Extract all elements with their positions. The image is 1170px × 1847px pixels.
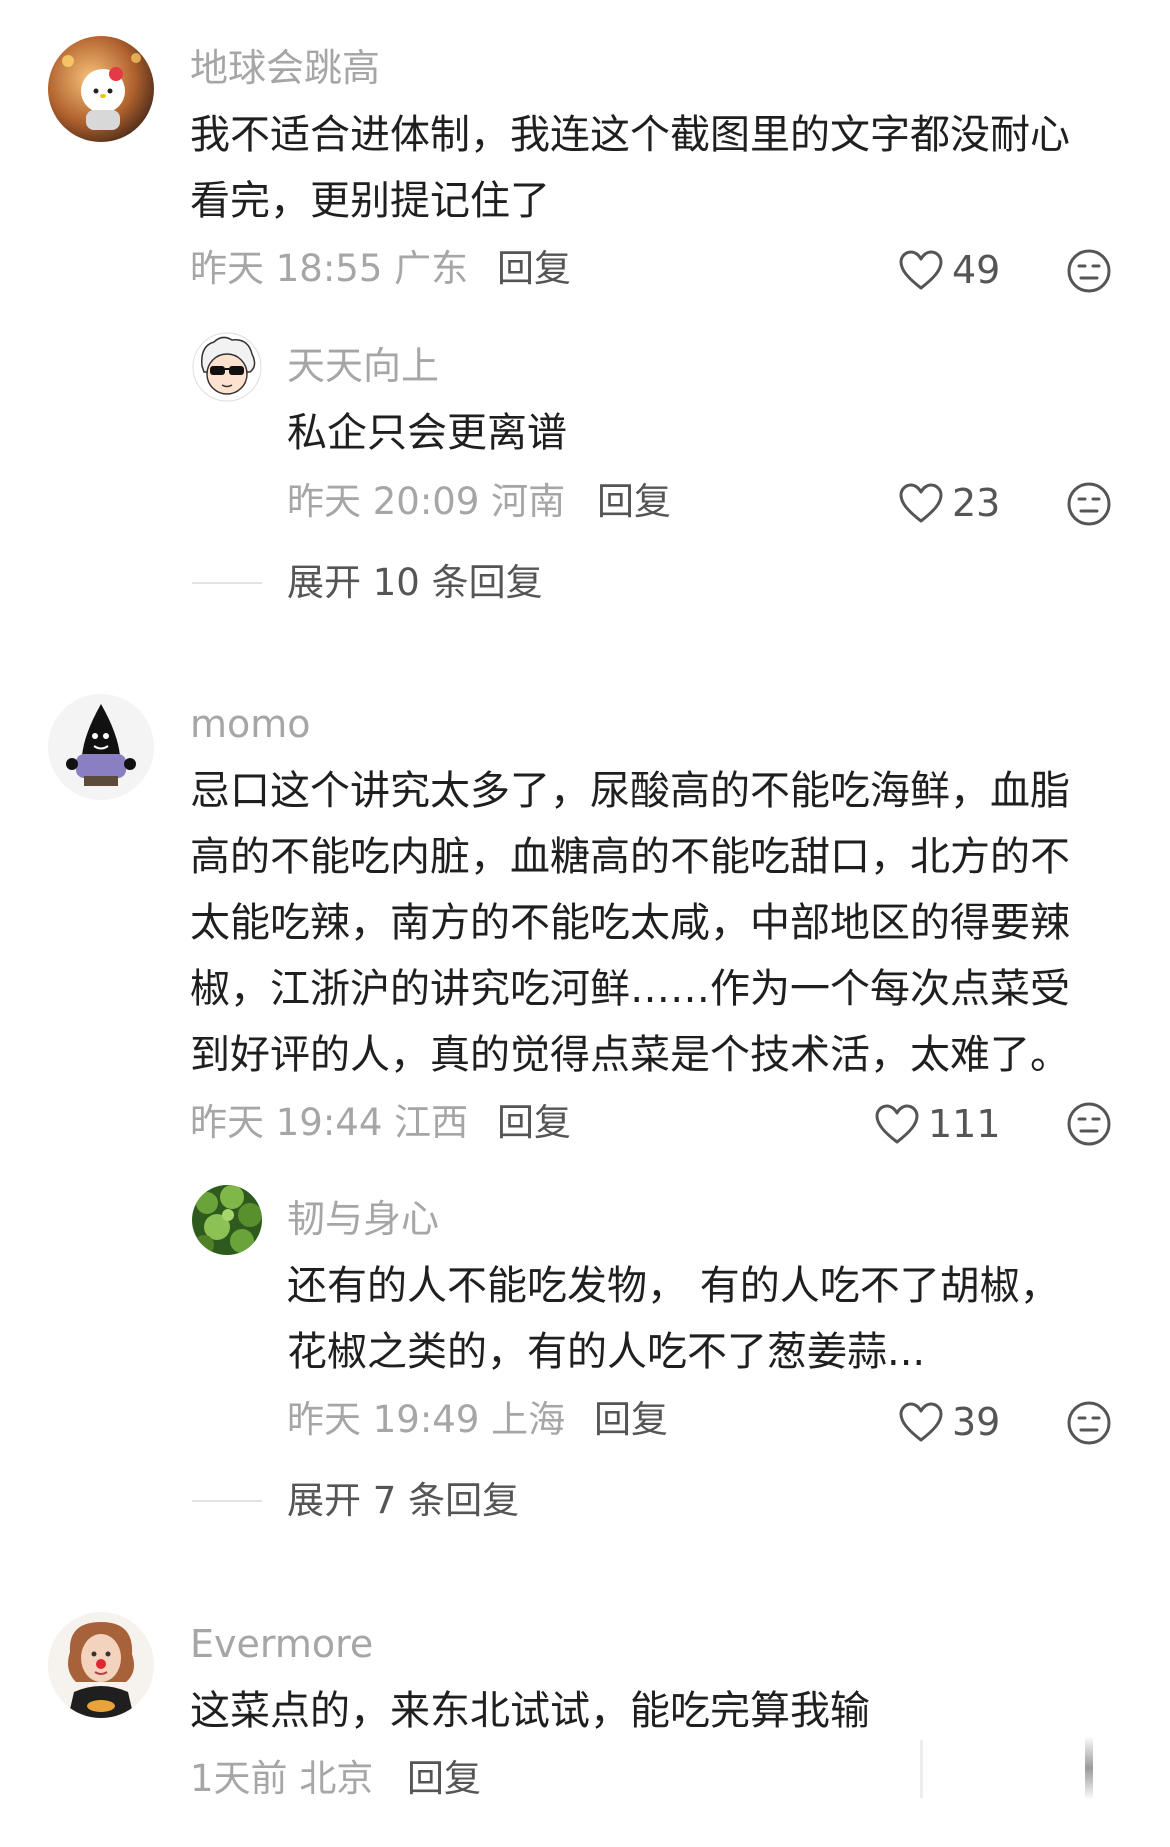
comment-username[interactable]: Evermore	[190, 1620, 373, 1668]
comment-text-line: 到好评的人，真的觉得点菜是个技术活，太难了。	[190, 1032, 1070, 1078]
reply-button[interactable]: 回复	[594, 1397, 668, 1443]
like-count: 23	[952, 481, 1001, 525]
comment-text: 这菜点的，来东北试试，能吃完算我输	[190, 1678, 1140, 1744]
expand-divider	[192, 582, 262, 584]
comment-meta: 昨天 19:44 江西	[190, 1100, 468, 1146]
heart-outline-icon	[899, 250, 943, 290]
expand-replies-button[interactable]: 展开 10 条回复	[287, 560, 543, 606]
avatar[interactable]	[48, 36, 154, 142]
like-count: 49	[952, 248, 1001, 292]
comment-time: 昨天 19:44	[190, 1101, 383, 1144]
unamused-face-icon	[1067, 1102, 1111, 1146]
comment-time: 1天前	[190, 1757, 288, 1800]
like-count: 111	[928, 1102, 1001, 1146]
scroll-fade-mark	[920, 1740, 923, 1798]
comment-text-line: 忌口这个讲究太多了，尿酸高的不能吃海鲜，血脂	[190, 768, 1070, 814]
reply-button[interactable]: 回复	[497, 1100, 571, 1146]
heart-outline-icon	[875, 1104, 919, 1144]
avatar[interactable]	[192, 1185, 262, 1255]
like-button[interactable]: 111	[874, 1099, 1001, 1149]
comment-text-line: 我不适合进体制，我连这个截图里的文字都没耐心	[190, 112, 1070, 158]
reply-username[interactable]: 韧与身心	[287, 1195, 439, 1243]
reply-username[interactable]: 天天向上	[287, 342, 439, 390]
reply-button[interactable]: 回复	[597, 479, 671, 525]
comment-time: 昨天 18:55	[190, 247, 383, 290]
unamused-face-icon	[1067, 249, 1111, 293]
comment-text-line: 高的不能吃内脏，血糖高的不能吃甜口，北方的不	[190, 834, 1070, 880]
reply-location: 河南	[491, 480, 566, 523]
reply-meta: 昨天 19:49 上海	[287, 1397, 565, 1443]
like-count: 39	[952, 1400, 1001, 1444]
unamused-face-icon	[1067, 482, 1111, 526]
unamused-face-icon	[1067, 1401, 1111, 1445]
comment-meta: 1天前 北京	[190, 1756, 373, 1802]
reply-time: 昨天 19:49	[287, 1398, 480, 1441]
dislike-button[interactable]	[1065, 1399, 1113, 1447]
like-button[interactable]: 39	[898, 1397, 1000, 1447]
reply-text: 私企只会更离谱	[287, 400, 1137, 466]
reply-text-line: 花椒之类的，有的人吃不了葱姜蒜...	[287, 1329, 926, 1375]
avatar[interactable]	[48, 694, 154, 800]
reply-meta: 昨天 20:09 河南	[287, 479, 565, 525]
like-button[interactable]: 23	[898, 478, 1000, 528]
dislike-button[interactable]	[1065, 480, 1113, 528]
comment-location: 江西	[394, 1101, 469, 1144]
expand-replies-button[interactable]: 展开 7 条回复	[287, 1478, 519, 1524]
expand-divider	[192, 1500, 262, 1502]
comment-meta: 昨天 18:55 广东	[190, 246, 468, 292]
dislike-button[interactable]	[1065, 1100, 1113, 1148]
dislike-button[interactable]	[1065, 247, 1113, 295]
reply-text: 还有的人不能吃发物， 有的人吃不了胡椒， 花椒之类的，有的人吃不了葱姜蒜...	[287, 1253, 1147, 1385]
comment-text: 我不适合进体制，我连这个截图里的文字都没耐心 看完，更别提记住了	[190, 102, 1140, 234]
scrollbar-thumb[interactable]	[1085, 1736, 1093, 1800]
reply-text-line: 还有的人不能吃发物， 有的人吃不了胡椒，	[287, 1263, 1060, 1309]
comment-username[interactable]: momo	[190, 700, 311, 748]
comment-text-line: 这菜点的，来东北试试，能吃完算我输	[190, 1688, 870, 1734]
reply-button[interactable]: 回复	[407, 1756, 481, 1802]
comment-username[interactable]: 地球会跳高	[190, 44, 380, 92]
comment-text: 忌口这个讲究太多了，尿酸高的不能吃海鲜，血脂 高的不能吃内脏，血糖高的不能吃甜口…	[190, 758, 1150, 1088]
comment-location: 广东	[394, 247, 469, 290]
like-button[interactable]: 49	[898, 245, 1000, 295]
reply-text-line: 私企只会更离谱	[287, 410, 567, 456]
heart-outline-icon	[899, 1402, 943, 1442]
avatar[interactable]	[192, 332, 262, 402]
comment-location: 北京	[299, 1757, 374, 1800]
comment-text-line: 太能吃辣，南方的不能吃太咸，中部地区的得要辣	[190, 900, 1070, 946]
reply-time: 昨天 20:09	[287, 480, 480, 523]
comment-text-line: 椒，江浙沪的讲究吃河鲜……作为一个每次点菜受	[190, 966, 1070, 1012]
heart-outline-icon	[899, 483, 943, 523]
reply-button[interactable]: 回复	[497, 246, 571, 292]
reply-location: 上海	[491, 1398, 566, 1441]
avatar[interactable]	[48, 1612, 154, 1718]
comment-text-line: 看完，更别提记住了	[190, 178, 550, 224]
